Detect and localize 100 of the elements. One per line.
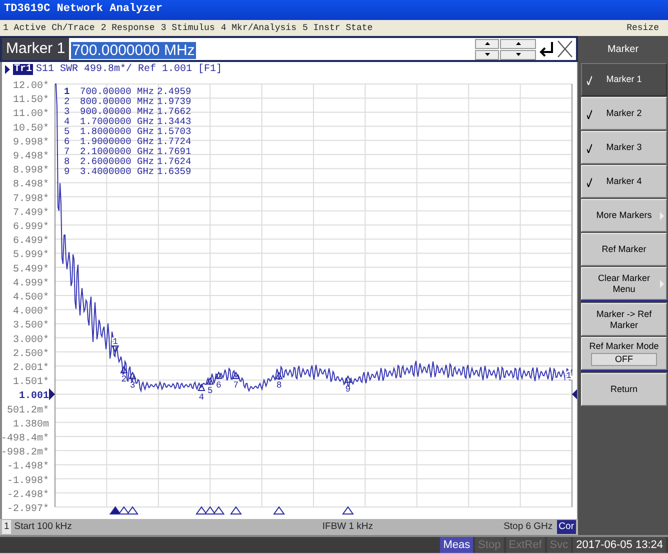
y-axis-label: 2.500* (12, 348, 49, 360)
menu-item[interactable]: 5 Instr State (302, 23, 373, 33)
y-axis-label: 11.00* (12, 109, 49, 120)
y-axis-label: -2.997* (6, 504, 49, 515)
y-axis-label: 10.50* (12, 123, 49, 134)
softkey-button[interactable]: Marker -> Ref Marker (581, 303, 667, 336)
submenu-arrow-icon (660, 280, 664, 288)
y-axis-label: 2.001* (12, 363, 49, 374)
y-axis-label: 7.998* (12, 194, 49, 205)
y-axis-label: -498.4m* (2, 434, 49, 444)
y-axis-label: 5.999* (12, 250, 49, 262)
marker-frequency: 2.6000000 GHz (80, 156, 154, 167)
y-axis-label: 4.000* (12, 306, 49, 318)
y-axis-label: -2.498* (6, 490, 49, 501)
reference-arrow-icon (572, 388, 577, 400)
up-arrow-icon (516, 42, 520, 45)
y-axis-label: 501.2m* (6, 405, 49, 416)
marker-number: 9 (64, 166, 70, 177)
marker-label: 4 (198, 392, 204, 402)
marker-label: 7 (233, 380, 239, 390)
softkey-button[interactable]: Clear Marker Menu (581, 267, 667, 300)
channel-number: 1 (2, 520, 12, 534)
trace-arrow-icon (5, 65, 10, 74)
y-axis-label: 9.498* (12, 152, 49, 162)
reference-level-label: 1.001 (18, 391, 49, 402)
trace-end-label: 1 (566, 371, 572, 382)
menu-item[interactable]: 1 Active Ch/Trace (3, 23, 95, 33)
y-axis-label: 8.498* (12, 180, 49, 191)
trace-tag[interactable]: Tr1 (13, 64, 34, 75)
marker-label: 5 (207, 386, 213, 396)
marker-value: 1.7691 (157, 146, 192, 157)
enter-button[interactable] (537, 39, 555, 59)
submenu-arrow-icon (660, 212, 664, 220)
y-axis-label: -1.498* (6, 462, 49, 473)
menu-item[interactable]: 4 Mkr/Analysis (220, 23, 296, 33)
marker-frequency: 1.8000000 GHz (80, 126, 154, 137)
y-axis-label: 9.998* (12, 137, 49, 148)
mode-value-field: OFF (591, 353, 657, 366)
y-axis-label: 4.999* (12, 278, 49, 290)
softkey-button[interactable]: Marker 3 (581, 131, 667, 164)
marker-number: 5 (64, 126, 70, 137)
stop-frequency: Stop 6 GHz (504, 520, 553, 534)
close-button[interactable] (556, 39, 574, 59)
marker-label: 3 (130, 380, 136, 391)
marker-frequency: 1.7000000 GHz (80, 116, 154, 127)
softkey-button[interactable]: Marker 2 (581, 97, 667, 130)
y-axis-label: 7.499* (12, 208, 49, 219)
marker-frequency: 800.00000 MHz (80, 96, 154, 107)
menu-item[interactable]: 2 Response (100, 23, 155, 33)
y-axis-label: 3.000* (12, 334, 49, 346)
y-axis-label: 12.00* (12, 81, 49, 92)
marker-frequency-field[interactable]: 700.0000000 MHz (69, 38, 475, 60)
marker-number: 3 (64, 106, 70, 117)
marker-value: 1.5703 (157, 126, 192, 137)
marker-value: 1.3443 (157, 116, 192, 127)
y-axis-label: 1.380m (12, 419, 49, 430)
marker-frequency: 900.00000 MHz (80, 106, 154, 117)
y-axis-label: 5.499* (12, 264, 49, 276)
down-arrow-icon (516, 53, 520, 56)
y-axis-label: 11.50* (12, 95, 49, 106)
marker-number: 2 (64, 96, 70, 107)
entry-label: Marker 1 (2, 38, 70, 60)
softkey-button[interactable]: Marker 4 (581, 165, 667, 198)
y-axis-label: 1.501* (12, 377, 49, 388)
marker-number: 1 (64, 86, 70, 97)
softkey-button[interactable]: Return (581, 373, 667, 406)
step-down-button[interactable] (500, 50, 536, 60)
menu-item[interactable]: 3 Stimulus (160, 23, 215, 33)
down-arrow-icon (484, 53, 490, 56)
correction-indicator: Cor (556, 520, 576, 534)
softkey-button[interactable]: More Markers (581, 199, 667, 232)
y-axis-label: 4.500* (12, 292, 49, 304)
marker-frequency: 2.1000000 GHz (80, 146, 154, 157)
softkey-button[interactable]: Marker 1 (581, 63, 667, 96)
marker-label: 9 (345, 384, 351, 394)
marker-frequency: 3.4000000 GHz (80, 166, 154, 177)
marker-label: 6 (216, 380, 222, 390)
marker-value: 1.7624 (157, 156, 192, 167)
y-axis-label: 6.499* (12, 236, 49, 248)
date-time: 2017-06-05 13:24 (573, 536, 666, 554)
start-frequency: Start 100 kHz (14, 520, 72, 534)
softkey-button[interactable]: Ref Marker Mode OFF (581, 337, 667, 370)
ifbw-label: IFBW 1 kHz (321, 520, 374, 534)
up-arrow-icon (484, 42, 490, 45)
marker-value: 1.6359 (157, 166, 192, 177)
spin-down-button[interactable] (475, 50, 499, 60)
marker-label: 2 (121, 374, 127, 385)
y-axis-label: -998.2m* (2, 448, 49, 459)
reference-arrow-icon (49, 388, 55, 400)
y-axis-label: 8.998* (12, 166, 49, 177)
marker-number: 7 (64, 146, 70, 157)
resize-menu-item[interactable]: Resize (626, 23, 659, 33)
marker-number: 4 (64, 116, 70, 127)
y-axis-label: 6.999* (12, 222, 49, 233)
spin-up-button[interactable] (475, 38, 499, 48)
marker-number: 6 (64, 136, 70, 147)
step-up-button[interactable] (500, 38, 536, 48)
marker-value: 1.7724 (157, 136, 192, 147)
softkey-button[interactable]: Ref Marker (581, 233, 667, 266)
trace-description: S11 SWR 499.8m*/ Ref 1.001 [F1] (36, 64, 222, 75)
